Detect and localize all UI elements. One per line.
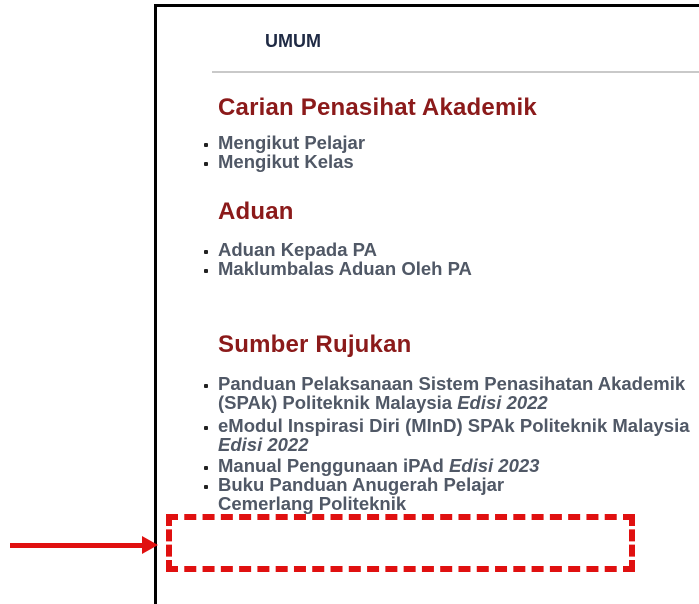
highlight-box [166,514,635,572]
edition-label: Edisi 2022 [218,434,309,455]
section-heading-carian: Carian Penasihat Akademik [218,94,537,121]
link-panduan-pelaksanaan-spak[interactable]: Panduan Pelaksanaan Sistem Penasihatan A… [200,374,690,412]
edition-label: Edisi 2022 [457,392,548,413]
link-mengikut-pelajar[interactable]: Mengikut Pelajar [200,133,365,152]
link-text: Buku Panduan Anugerah Pelajar Cemerlang … [218,474,505,514]
carian-link-list: Mengikut Pelajar Mengikut Kelas [200,133,365,171]
panel-title: UMUM [265,31,321,51]
link-text: Manual Penggunaan iPAd [218,455,444,476]
arrow-head-icon [142,536,158,554]
link-text: eModul Inspirasi Diri (MInD) SPAk Polite… [218,415,690,436]
aduan-link-list: Aduan Kepada PA Maklumbalas Aduan Oleh P… [200,240,472,278]
arrow-line [10,543,144,548]
link-text: Panduan Pelaksanaan Sistem Penasihatan A… [218,373,686,413]
link-manual-ipad[interactable]: Manual Penggunaan iPAd Edisi 2023 [200,456,690,475]
link-mengikut-kelas[interactable]: Mengikut Kelas [200,152,365,171]
link-aduan-kepada-pa[interactable]: Aduan Kepada PA [200,240,472,259]
edition-label: Edisi 2023 [448,455,540,476]
section-heading-sumber-rujukan: Sumber Rujukan [218,331,412,358]
link-emodul-mind[interactable]: eModul Inspirasi Diri (MInD) SPAk Polite… [200,416,690,454]
link-buku-panduan-anugerah[interactable]: Buku Panduan Anugerah Pelajar Cemerlang … [200,475,598,513]
sumber-link-list: Panduan Pelaksanaan Sistem Penasihatan A… [200,374,690,513]
section-heading-aduan: Aduan [218,198,294,225]
link-maklumbalas-aduan[interactable]: Maklumbalas Aduan Oleh PA [200,259,472,278]
divider [212,71,699,73]
